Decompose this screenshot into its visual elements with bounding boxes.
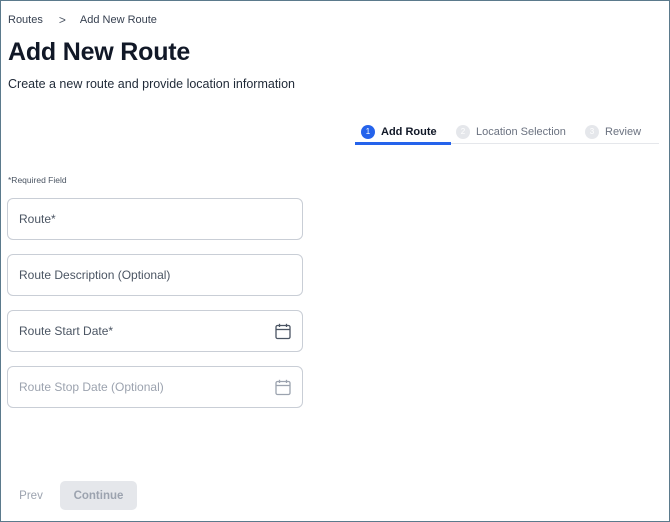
page-subtitle: Create a new route and provide location … xyxy=(8,77,295,91)
required-field-note: *Required Field xyxy=(8,175,67,185)
step-number-badge: 3 xyxy=(585,124,599,139)
step-number-badge: 1 xyxy=(361,124,375,139)
step-review[interactable]: 3 Review xyxy=(585,119,641,144)
calendar-icon[interactable] xyxy=(275,323,291,340)
breadcrumb-routes-link[interactable]: Routes xyxy=(8,14,43,26)
route-description-placeholder: Route Description (Optional) xyxy=(19,268,171,282)
step-label: Add Route xyxy=(381,125,437,138)
breadcrumb: Routes > Add New Route xyxy=(8,13,157,27)
step-label: Location Selection xyxy=(476,125,566,138)
route-stop-date-placeholder: Route Stop Date (Optional) xyxy=(19,380,164,394)
continue-button[interactable]: Continue xyxy=(60,481,137,510)
breadcrumb-separator: > xyxy=(58,13,66,27)
route-start-date-placeholder: Route Start Date* xyxy=(19,324,114,338)
step-add-route[interactable]: 1 Add Route xyxy=(361,119,437,144)
route-start-date-input[interactable]: Route Start Date* xyxy=(7,310,303,352)
prev-button[interactable]: Prev xyxy=(8,481,54,510)
route-description-input[interactable]: Route Description (Optional) xyxy=(7,254,303,296)
calendar-icon[interactable] xyxy=(275,379,291,396)
page-title: Add New Route xyxy=(8,38,191,66)
active-step-indicator xyxy=(355,141,451,145)
step-location-selection[interactable]: 2 Location Selection xyxy=(456,119,566,144)
route-input[interactable]: Route* xyxy=(7,198,303,240)
route-input-placeholder: Route* xyxy=(19,212,56,226)
stepper: 1 Add Route 2 Location Selection 3 Revie… xyxy=(355,119,659,145)
step-label: Review xyxy=(605,125,642,138)
step-number-badge: 2 xyxy=(456,124,470,139)
breadcrumb-current: Add New Route xyxy=(79,14,157,26)
route-stop-date-input[interactable]: Route Stop Date (Optional) xyxy=(7,366,303,408)
